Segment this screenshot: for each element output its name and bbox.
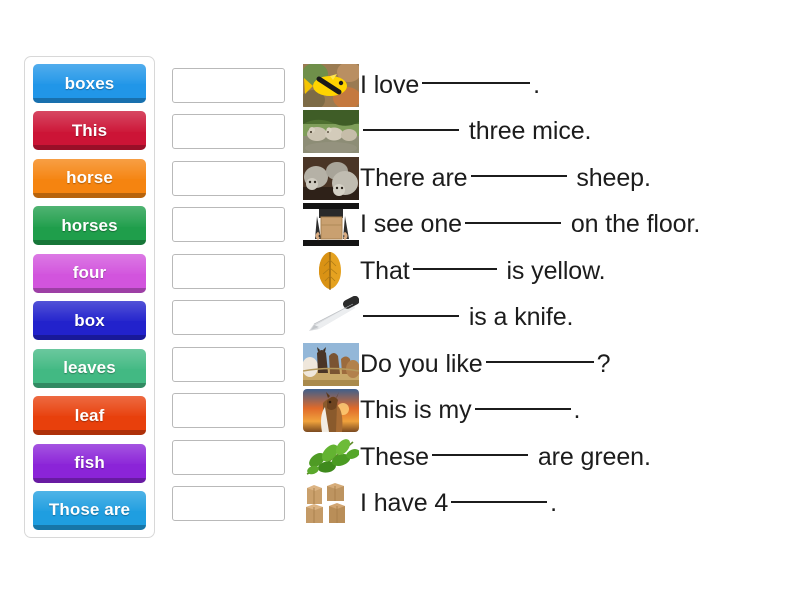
word-tile-label: Those are — [48, 500, 131, 520]
exercise-row: I love. — [172, 62, 792, 109]
exercise-row: These are green. — [172, 434, 792, 481]
yellow-leaf-photo — [303, 249, 359, 293]
horse-herd-photo — [303, 342, 359, 386]
word-tile-leaves[interactable]: leaves — [33, 348, 146, 388]
word-tile-label: leaf — [74, 405, 105, 425]
sentence-4: I see one on the floor. — [360, 212, 700, 237]
person-holding-box-photo — [303, 203, 359, 247]
horse-sunset-photo — [303, 389, 359, 433]
word-tile-label: box — [74, 310, 105, 330]
exercise-rows: I love. three mice. There are sheep. I s… — [172, 62, 792, 527]
word-tile-label: horse — [66, 168, 113, 188]
sentence-text-after: is a knife. — [462, 303, 574, 332]
sentence-8: This is my. — [360, 398, 580, 423]
drop-zone-8[interactable] — [172, 393, 285, 429]
sentence-text-before: That — [360, 256, 410, 285]
sentence-text-after: ? — [596, 349, 611, 378]
sentence-6: is a knife. — [360, 305, 573, 330]
blank-1 — [422, 82, 531, 85]
blank-2 — [363, 128, 459, 131]
sentence-text-after: are green. — [530, 442, 651, 471]
drop-zone-6[interactable] — [172, 300, 285, 336]
sentence-text-before: There are — [360, 163, 468, 192]
sentence-9: These are green. — [360, 442, 651, 471]
exercise-row: is a knife. — [172, 295, 792, 342]
yellow-fish-photo — [303, 63, 359, 107]
word-tile-label: four — [72, 263, 107, 283]
blank-6 — [363, 314, 459, 317]
word-bank: boxes This horse horses four box leaves … — [24, 56, 155, 538]
blank-8 — [474, 407, 571, 410]
sentence-text-after: . — [550, 489, 558, 518]
sentence-7: Do you like? — [360, 349, 611, 378]
drop-zone-3[interactable] — [172, 160, 285, 196]
sentence-text-before: This is my — [360, 396, 472, 425]
sentence-3: There are sheep. — [360, 163, 651, 192]
blank-3 — [470, 175, 567, 178]
exercise-row: Do you like? — [172, 341, 792, 388]
drop-zone-1[interactable] — [172, 67, 285, 103]
blank-9 — [431, 454, 528, 457]
word-tile-label: boxes — [64, 73, 115, 93]
exercise-row: I see one on the floor. — [172, 202, 792, 249]
sentence-10: I have 4. — [360, 491, 557, 516]
blank-10 — [451, 500, 548, 503]
drop-zone-4[interactable] — [172, 207, 285, 243]
word-tile-four[interactable]: four — [33, 253, 146, 293]
green-leaves-photo — [303, 435, 359, 479]
sentence-text-before: I have 4 — [360, 489, 449, 518]
sentence-text-after: on the floor. — [563, 210, 701, 239]
cardboard-boxes-photo — [303, 482, 359, 526]
kitchen-knife-photo — [303, 296, 359, 340]
exercise-row: There are sheep. — [172, 155, 792, 202]
sentence-text-before: These — [360, 442, 429, 471]
sentence-2: three mice. — [360, 117, 592, 146]
drop-zone-5[interactable] — [172, 253, 285, 289]
blank-4 — [464, 221, 561, 224]
word-tile-this[interactable]: This — [33, 111, 146, 151]
sentence-1: I love. — [360, 70, 541, 99]
word-tile-horse[interactable]: horse — [33, 158, 146, 198]
sentence-text-after: is yellow. — [499, 256, 606, 285]
word-tile-box[interactable]: box — [33, 301, 146, 341]
sheep-flock-photo — [303, 156, 359, 200]
sentence-text-after: . — [573, 396, 581, 425]
drop-zone-10[interactable] — [172, 486, 285, 522]
sentence-text-after: . — [533, 70, 541, 99]
exercise-row: This is my. — [172, 388, 792, 435]
word-tile-label: fish — [74, 453, 105, 472]
word-tile-fish[interactable]: fish — [33, 443, 146, 483]
three-mice-photo — [303, 110, 359, 154]
sentence-5: That is yellow. — [360, 256, 606, 285]
sentence-text-before: I love — [360, 70, 420, 99]
word-tile-label: horses — [61, 215, 118, 235]
exercise-row: three mice. — [172, 109, 792, 156]
word-tile-label: leaves — [63, 358, 116, 378]
drop-zone-7[interactable] — [172, 346, 285, 382]
drop-zone-9[interactable] — [172, 439, 285, 475]
exercise-row: I have 4. — [172, 481, 792, 528]
word-tile-those-are[interactable]: Those are — [33, 490, 146, 530]
exercise-row: That is yellow. — [172, 248, 792, 295]
blank-5 — [412, 268, 497, 271]
blank-7 — [485, 361, 594, 364]
sentence-text-before: Do you like — [360, 349, 483, 378]
activity-canvas: boxes This horse horses four box leaves … — [0, 0, 800, 600]
word-tile-horses[interactable]: horses — [33, 206, 146, 246]
word-tile-leaf[interactable]: leaf — [33, 396, 146, 436]
word-tile-boxes[interactable]: boxes — [33, 64, 146, 103]
word-tile-label: This — [71, 120, 108, 140]
sentence-text-before: I see one — [360, 210, 462, 239]
drop-zone-2[interactable] — [172, 114, 285, 150]
sentence-text-after: sheep. — [569, 163, 651, 192]
sentence-text-after: three mice. — [462, 117, 592, 146]
